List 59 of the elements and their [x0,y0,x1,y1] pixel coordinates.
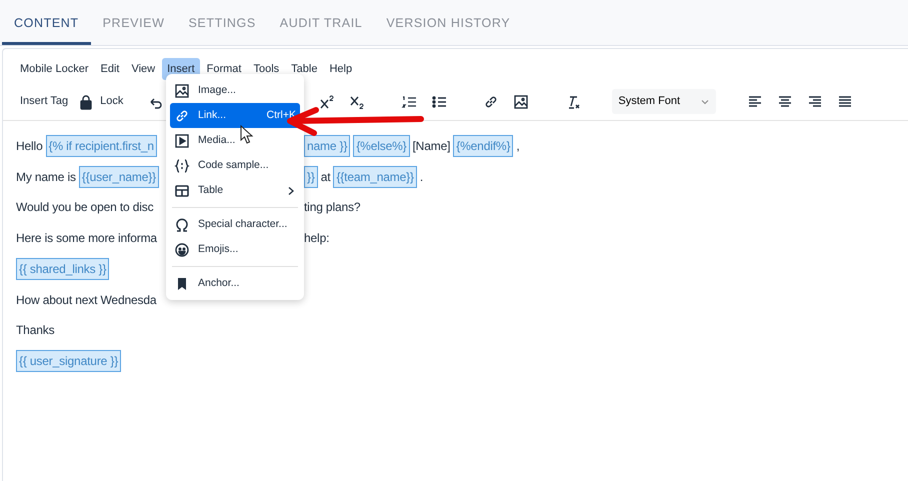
menu-item[interactable]: Edit [95,58,124,80]
insert-tag-button[interactable]: Insert Tag [15,91,74,112]
menu-item[interactable]: View [126,58,160,80]
template-tag: name }} [304,135,350,158]
font-select[interactable]: System Font [612,89,716,114]
body-text: . [420,168,424,186]
mouse-cursor-icon [240,125,254,145]
align-center-icon [777,94,794,110]
menu-option[interactable]: Emojis... [170,237,300,262]
superscript-icon [319,94,336,110]
image-icon [174,82,190,98]
smiley-icon [174,242,190,258]
omega-icon [174,216,190,232]
body-text: , [516,138,520,156]
template-tag: {%else%} [353,135,410,158]
menu-option[interactable]: Media... [170,128,300,153]
link-icon [174,108,190,124]
body-text: Hello [16,138,43,156]
menu-item[interactable]: Format [202,58,246,80]
menu-item[interactable]: Help [324,58,358,80]
numbered-list-icon [401,94,418,110]
lock-button[interactable]: Lock [73,91,128,112]
align-right-icon [807,94,824,110]
body-text: Here is some more informa [16,230,157,248]
menu-option[interactable]: Special character... [170,212,300,237]
menu-option[interactable]: Table [170,178,300,203]
code-braces-icon [174,158,190,174]
body-text: Would you be open to disc [16,199,154,216]
menu-option[interactable]: Image... [170,78,300,103]
body-text: help: [304,230,330,248]
menu-option[interactable]: Code sample... [170,153,300,178]
chevron-right-icon [286,186,296,196]
template-tag: }} [304,166,318,188]
table-icon [174,182,190,198]
menu-item[interactable]: Table [286,58,322,80]
bullet-list-icon [431,94,448,110]
template-tag: {%endif%} [453,135,514,158]
lock-icon [78,94,94,110]
menu-option[interactable]: Link... Ctrl+K [170,103,300,128]
image-icon [513,94,530,110]
body-text: How about next Wednesda [16,292,156,309]
template-tag: {{ shared_links }} [16,258,110,280]
justify-icon [837,94,854,110]
menu-item[interactable]: Tools [248,58,284,80]
template-tag: {% if recipient.first_n [46,135,157,158]
menu-option[interactable]: Anchor... [170,271,300,296]
play-icon [174,132,190,148]
template-tag: {{ user_signature }} [16,350,122,372]
body-text: at [320,168,330,186]
body-text: ting plans? [304,199,360,216]
body-text: Thanks [16,322,54,340]
tab[interactable]: CONTENT [2,8,91,45]
body-text: My name is [16,168,76,186]
link-icon [483,94,500,110]
menu-item[interactable]: Mobile Locker [15,58,94,80]
template-tag: {{team_name}} [333,166,417,188]
align-left-icon [747,94,764,110]
body-text: [Name] [412,138,450,156]
template-tag: {{user_name}} [78,166,159,188]
